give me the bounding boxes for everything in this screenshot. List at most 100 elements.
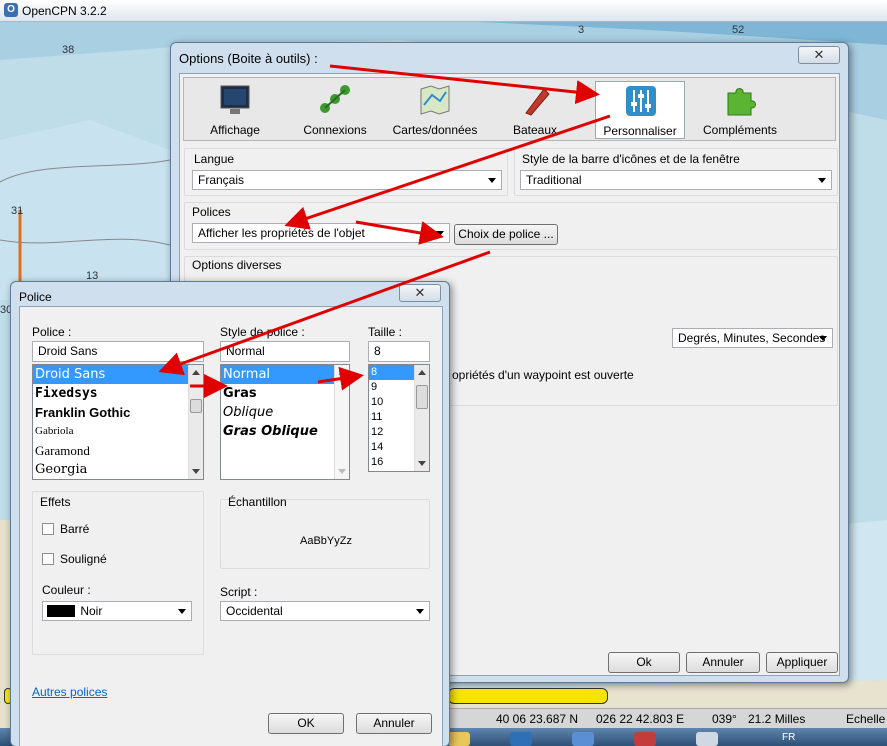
scroll-down-icon[interactable] (192, 469, 200, 474)
police-list[interactable]: Droid Sans Fixedsys Franklin Gothic Gabr… (32, 364, 204, 480)
ok-button[interactable]: Ok (608, 652, 680, 673)
police-dialog: Police ✕ Police : Droid Sans Droid Sans … (10, 281, 450, 746)
list-item[interactable]: Fixedsys (33, 384, 203, 403)
app-icon[interactable] (510, 732, 532, 746)
list-item[interactable]: Normal (221, 365, 349, 384)
scrollbar[interactable] (334, 365, 349, 479)
style-label: Style de la barre d'icônes et de la fenê… (522, 152, 740, 166)
cancel-button[interactable]: Annuler (356, 713, 432, 734)
language-indicator[interactable]: FR (782, 732, 795, 743)
tab-label: Personnaliser (603, 124, 677, 138)
tab-label: Connexions (303, 123, 367, 137)
police-dialog-title: Police (19, 290, 52, 304)
list-item[interactable]: Gras (221, 384, 349, 403)
tab-label: Bateaux (512, 123, 558, 137)
police-label: Police : (32, 325, 72, 339)
list-item[interactable]: Oblique (221, 403, 349, 422)
format-value: Degrés, Minutes, Secondes (678, 331, 826, 345)
app-icon[interactable] (696, 732, 718, 746)
sliders-icon (626, 86, 656, 116)
apply-button[interactable]: Appliquer (766, 652, 838, 673)
scroll-down-icon[interactable] (338, 469, 346, 474)
scroll-up-icon[interactable] (418, 370, 426, 375)
close-button[interactable]: ✕ (798, 46, 840, 64)
polices-label: Polices (192, 205, 231, 219)
status-bar: 40 06 23.687 N 026 22 42.803 E 039° 21.2… (448, 708, 887, 728)
tab-affichage[interactable]: Affichage (190, 81, 280, 139)
polices-value: Afficher les propriétés de l'objet (198, 226, 365, 240)
app-icon[interactable] (634, 732, 656, 746)
list-item[interactable]: Franklin Gothic (33, 403, 203, 422)
style-value: Traditional (526, 173, 582, 187)
tab-connexions[interactable]: Connexions (290, 81, 380, 139)
choix-police-button[interactable]: Choix de police ... (454, 224, 558, 245)
diverses-label: Options diverses (192, 258, 282, 272)
status-latitude: 40 06 23.687 N (496, 712, 579, 726)
polices-select[interactable]: Afficher les propriétés de l'objet (192, 223, 450, 243)
options-toolbar: Affichage Connexions Cartes/données Bate… (183, 77, 836, 141)
souligne-checkbox[interactable] (42, 553, 54, 565)
app-icon[interactable] (572, 732, 594, 746)
taille-list[interactable]: 8 9 10 11 12 14 16 (368, 364, 430, 472)
script-select[interactable]: Occidental (220, 601, 430, 621)
list-item[interactable]: Gabriola (33, 422, 203, 441)
list-item[interactable]: Gras Oblique (221, 422, 349, 441)
style-select[interactable]: Traditional (520, 170, 832, 190)
langue-value: Français (198, 173, 245, 187)
tab-bateaux[interactable]: Bateaux (490, 81, 580, 139)
list-item[interactable]: Garamond (33, 441, 203, 460)
police-input[interactable]: Droid Sans (32, 341, 204, 362)
style-police-input[interactable]: Normal (220, 341, 350, 362)
police-dialog-body: Police : Droid Sans Droid Sans Fixedsys … (19, 306, 443, 746)
chevron-down-icon (178, 609, 186, 614)
echantillon-group (220, 499, 430, 569)
depth-sounding: 3 (578, 24, 585, 36)
color-swatch (47, 605, 75, 617)
list-item[interactable]: Georgia (33, 460, 203, 479)
chevron-down-icon (819, 336, 827, 341)
list-item[interactable]: Droid Sans (33, 365, 203, 384)
autres-polices-link[interactable]: Autres polices (32, 685, 107, 699)
scroll-thumb[interactable] (416, 385, 428, 409)
waypoint-option-text: opriétés d'un waypoint est ouverte (452, 368, 634, 382)
tab-complements[interactable]: Compléments (695, 81, 785, 139)
couleur-label: Couleur : (42, 583, 91, 597)
langue-label: Langue (194, 152, 235, 166)
depth-sounding: 38 (62, 44, 75, 56)
status-longitude: 026 22 42.803 E (596, 712, 685, 726)
close-button[interactable]: ✕ (399, 284, 441, 302)
sample-text: AaBbYyZz (300, 535, 352, 547)
scroll-up-icon[interactable] (192, 370, 200, 375)
tab-label: Compléments (702, 123, 778, 137)
tab-label: Affichage (210, 123, 260, 137)
ok-button[interactable]: OK (268, 713, 344, 734)
couleur-select[interactable]: Noir (42, 601, 192, 621)
script-value: Occidental (226, 604, 283, 618)
scrollbar[interactable] (414, 365, 429, 471)
taille-label: Taille : (368, 325, 403, 339)
scroll-up-icon[interactable] (338, 370, 346, 375)
scroll-thumb[interactable] (190, 399, 202, 413)
souligne-label: Souligné (60, 552, 107, 566)
style-police-list[interactable]: Normal Gras Oblique Gras Oblique (220, 364, 350, 480)
barre-checkbox[interactable] (42, 523, 54, 535)
connections-icon (320, 85, 350, 113)
chevron-down-icon (416, 609, 424, 614)
depth-sounding: 31 (11, 205, 24, 217)
effets-group (32, 491, 204, 655)
progress-bar (448, 688, 608, 704)
cancel-button[interactable]: Annuler (686, 652, 760, 673)
tab-label: Cartes/données (392, 123, 478, 137)
scroll-down-icon[interactable] (418, 461, 426, 466)
tab-personnaliser[interactable]: Personnaliser (595, 81, 685, 139)
puzzle-icon (727, 88, 756, 116)
scrollbar[interactable] (188, 365, 203, 479)
display-monitor-icon (220, 85, 250, 114)
tab-cartes-donnees[interactable]: Cartes/données (390, 81, 480, 139)
status-scale: Echelle (846, 712, 886, 726)
taille-input[interactable]: 8 (368, 341, 430, 362)
explorer-icon[interactable] (448, 732, 470, 746)
format-select[interactable]: Degrés, Minutes, Secondes (672, 328, 833, 348)
langue-select[interactable]: Français (192, 170, 502, 190)
script-label: Script : (220, 585, 258, 599)
